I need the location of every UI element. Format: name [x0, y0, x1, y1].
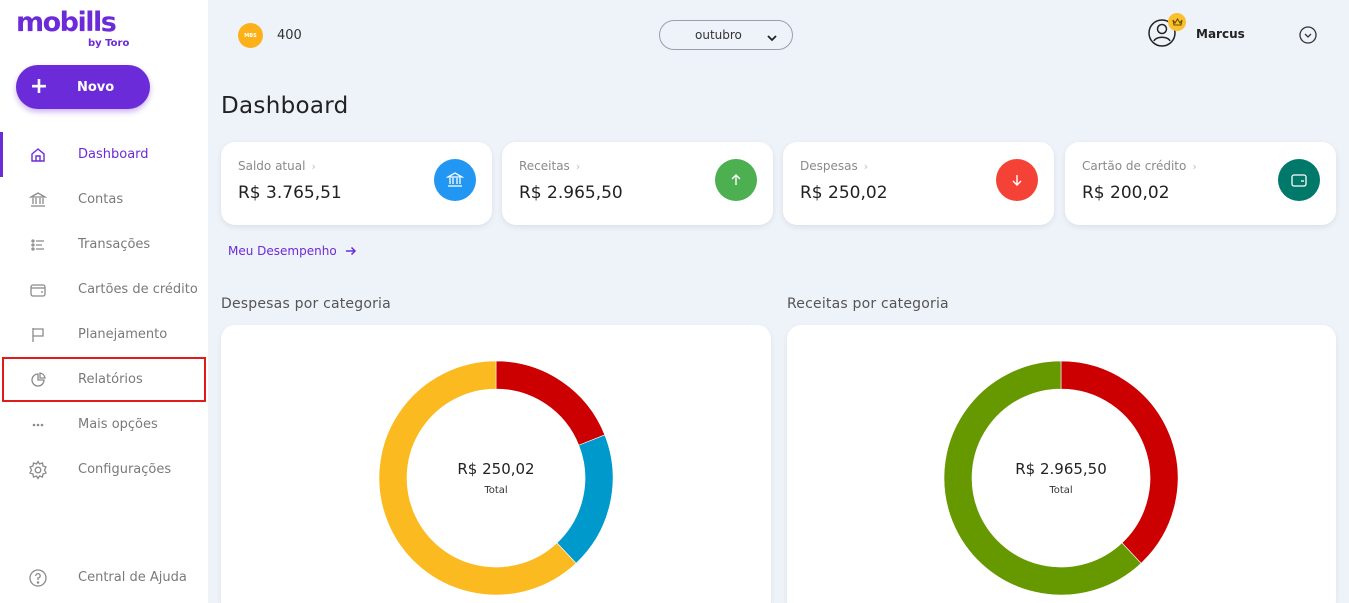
more-icon	[28, 415, 48, 435]
sidebar-item-mais-opcoes[interactable]: Mais opções	[0, 402, 208, 447]
card-label: Cartão de crédito	[1082, 159, 1187, 173]
chevron-right-icon: ›	[575, 160, 581, 173]
crown-icon	[1168, 13, 1186, 31]
sidebar-item-help[interactable]: Central de Ajuda	[0, 555, 208, 600]
expenses-total-label: Total	[484, 485, 508, 496]
sidebar-item-label: Mais opções	[78, 417, 158, 432]
page-title: Dashboard	[221, 93, 349, 119]
expenses-total-value: R$ 250,02	[457, 460, 535, 478]
card-label: Saldo atual	[238, 159, 306, 173]
new-button[interactable]: + Novo	[16, 65, 150, 109]
card-receitas[interactable]: Receitas › R$ 2.965,50	[502, 142, 773, 225]
donut-slice[interactable]	[495, 360, 606, 446]
expenses-chart-panel: R$ 250,02 Total	[221, 325, 771, 603]
sidebar-item-planejamento[interactable]: Planejamento	[0, 312, 208, 357]
sidebar-item-label: Configurações	[78, 462, 172, 477]
sidebar-item-relatorios[interactable]: Relatórios	[2, 357, 206, 402]
coins-value: 400	[277, 28, 302, 43]
sidebar-item-label: Dashboard	[78, 147, 149, 162]
logo-subtitle: by Toro	[88, 38, 130, 49]
coin-icon: MBS	[238, 23, 263, 48]
donut-slice[interactable]	[556, 434, 614, 564]
new-button-label: Novo	[77, 79, 115, 95]
chevron-right-icon: ›	[863, 160, 869, 173]
card-cartao-credito[interactable]: Cartão de crédito › R$ 200,02	[1065, 142, 1336, 225]
chevron-right-icon: ›	[311, 160, 316, 173]
home-icon	[28, 145, 48, 165]
sidebar-item-label: Relatórios	[78, 372, 143, 387]
income-total-value: R$ 2.965,50	[1015, 460, 1107, 478]
income-chart-panel: R$ 2.965,50 Total	[787, 325, 1336, 603]
month-selector[interactable]: outubro	[659, 20, 793, 50]
sidebar-item-dashboard[interactable]: Dashboard	[0, 132, 208, 177]
performance-link-label: Meu Desempenho	[228, 244, 337, 258]
bank-icon	[28, 190, 48, 210]
user-name: Marcus	[1196, 27, 1245, 41]
plus-icon: +	[29, 74, 49, 99]
help-label: Central de Ajuda	[78, 570, 187, 585]
sidebar-nav: Dashboard Contas Transações Cartões de c…	[0, 132, 208, 492]
arrow-up-icon	[715, 159, 757, 201]
card-label: Despesas	[800, 159, 858, 173]
wallet-icon	[28, 280, 48, 300]
expenses-section-title: Despesas por categoria	[221, 296, 391, 312]
coins-balance[interactable]: MBS 400	[238, 23, 302, 48]
income-total: R$ 2.965,50 Total	[981, 460, 1141, 496]
card-label: Receitas	[519, 159, 570, 173]
sidebar-item-label: Contas	[78, 192, 124, 207]
logo[interactable]: mobills by Toro	[16, 7, 129, 50]
income-section-title: Receitas por categoria	[787, 296, 949, 312]
sidebar-item-cartoes[interactable]: Cartões de crédito	[0, 267, 208, 312]
chevron-down-icon	[766, 29, 778, 48]
card-amount: R$ 2.965,50	[519, 183, 623, 203]
wallet-icon	[1278, 159, 1320, 201]
arrow-right-icon	[345, 246, 356, 256]
sidebar-item-transacoes[interactable]: Transações	[0, 222, 208, 267]
month-label: outubro	[695, 28, 742, 42]
card-despesas[interactable]: Despesas › R$ 250,02	[783, 142, 1054, 225]
flag-icon	[28, 325, 48, 345]
card-amount: R$ 250,02	[800, 183, 888, 203]
logo-brand: mobills	[16, 7, 117, 38]
sidebar-item-label: Transações	[78, 237, 151, 252]
card-saldo-atual[interactable]: Saldo atual › R$ 3.765,51	[221, 142, 492, 225]
card-amount: R$ 3.765,51	[238, 183, 342, 203]
gear-icon	[28, 459, 48, 480]
sidebar-item-configuracoes[interactable]: Configurações	[0, 447, 208, 492]
bank-icon	[434, 159, 476, 201]
card-amount: R$ 200,02	[1082, 183, 1170, 203]
chevron-right-icon: ›	[1192, 160, 1197, 173]
list-icon	[28, 235, 48, 255]
sidebar-item-label: Cartões de crédito	[78, 282, 198, 297]
pie-chart-icon	[28, 370, 48, 390]
arrow-down-icon	[996, 159, 1038, 201]
user-menu-chevron-icon[interactable]	[1299, 26, 1317, 44]
sidebar-item-contas[interactable]: Contas	[0, 177, 208, 222]
help-icon	[28, 568, 48, 588]
sidebar-item-label: Planejamento	[78, 327, 168, 342]
sidebar: mobills by Toro + Novo Dashboard Contas …	[0, 0, 208, 603]
income-total-label: Total	[1049, 485, 1073, 496]
expenses-total: R$ 250,02 Total	[416, 460, 576, 496]
performance-link[interactable]: Meu Desempenho	[228, 244, 357, 258]
